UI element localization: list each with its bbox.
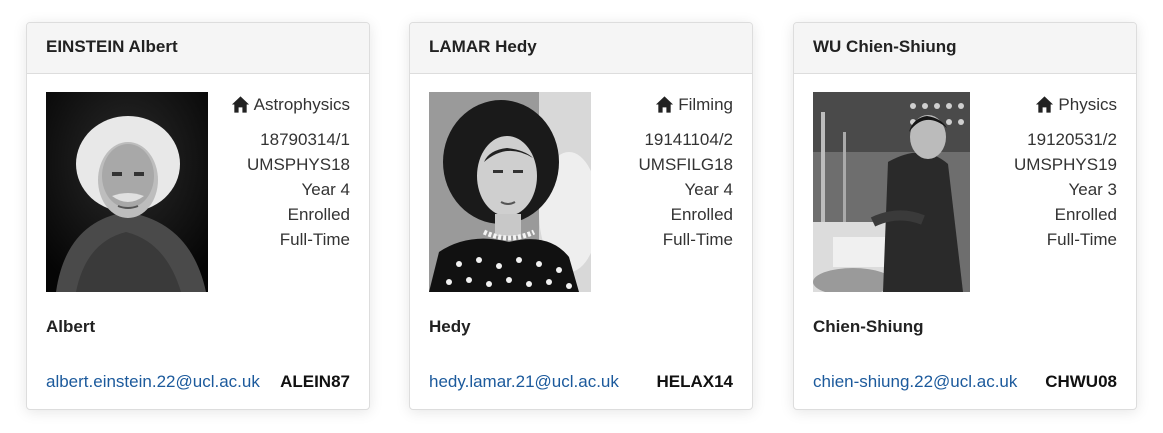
department-label: Physics — [1058, 95, 1117, 114]
email-link[interactable]: chien-shiung.22@ucl.ac.uk — [813, 372, 1017, 392]
student-photo — [813, 92, 970, 292]
home-icon — [231, 96, 249, 113]
department: Physics — [1014, 92, 1117, 117]
card-footer: chien-shiung.22@ucl.ac.uk CHWU08 — [813, 372, 1117, 392]
user-id: ALEIN87 — [280, 372, 350, 391]
student-name: LAMAR Hedy — [410, 23, 752, 74]
student-info: Astrophysics 18790314/1 UMSPHYS18 Year 4… — [231, 92, 350, 252]
student-card: WU Chien-Shiung Physics 19120531/2 UMSPH… — [793, 22, 1137, 410]
year-of-study: Year 3 — [1068, 180, 1117, 199]
card-footer: albert.einstein.22@ucl.ac.uk ALEIN87 — [46, 372, 350, 392]
home-icon — [1036, 96, 1054, 113]
student-name: EINSTEIN Albert — [27, 23, 369, 74]
department-label: Filming — [678, 95, 733, 114]
card-body: Physics 19120531/2 UMSPHYS19 Year 3 Enro… — [794, 74, 1136, 409]
student-info: Physics 19120531/2 UMSPHYS19 Year 3 Enro… — [1014, 92, 1117, 252]
programme-code: UMSPHYS19 — [1014, 155, 1117, 174]
student-number: 19141104/2 — [644, 130, 733, 149]
student-card: LAMAR Hedy Filming 19141104/2 UMSFILG18 … — [409, 22, 753, 410]
study-mode: Full-Time — [279, 230, 350, 249]
card-body: Astrophysics 18790314/1 UMSPHYS18 Year 4… — [27, 74, 369, 409]
enrolment-status: Enrolled — [1054, 205, 1117, 224]
student-photo — [46, 92, 208, 292]
card-footer: hedy.lamar.21@ucl.ac.uk HELAX14 — [429, 372, 733, 392]
study-mode: Full-Time — [1046, 230, 1117, 249]
year-of-study: Year 4 — [684, 180, 733, 199]
preferred-name: Chien-Shiung — [813, 317, 924, 336]
student-number: 18790314/1 — [260, 130, 350, 149]
card-body: Filming 19141104/2 UMSFILG18 Year 4 Enro… — [410, 74, 752, 409]
student-photo — [429, 92, 591, 292]
student-number: 19120531/2 — [1027, 130, 1117, 149]
department-label: Astrophysics — [253, 95, 350, 114]
preferred-name: Albert — [46, 317, 96, 336]
student-name: WU Chien-Shiung — [794, 23, 1136, 74]
programme-code: UMSPHYS18 — [247, 155, 350, 174]
email-link[interactable]: hedy.lamar.21@ucl.ac.uk — [429, 372, 619, 392]
student-info: Filming 19141104/2 UMSFILG18 Year 4 Enro… — [639, 92, 733, 252]
programme-code: UMSFILG18 — [638, 155, 733, 174]
department: Astrophysics — [231, 92, 350, 117]
student-card: EINSTEIN Albert Astrophysics 18790314/1 … — [26, 22, 370, 410]
enrolment-status: Enrolled — [287, 205, 350, 224]
user-id: CHWU08 — [1045, 372, 1117, 391]
user-id: HELAX14 — [656, 372, 733, 391]
student-cards: EINSTEIN Albert Astrophysics 18790314/1 … — [0, 0, 1163, 433]
email-link[interactable]: albert.einstein.22@ucl.ac.uk — [46, 372, 260, 392]
department: Filming — [639, 92, 733, 117]
home-icon — [656, 96, 674, 113]
enrolment-status: Enrolled — [670, 205, 733, 224]
study-mode: Full-Time — [662, 230, 733, 249]
preferred-name: Hedy — [429, 317, 471, 336]
year-of-study: Year 4 — [301, 180, 350, 199]
